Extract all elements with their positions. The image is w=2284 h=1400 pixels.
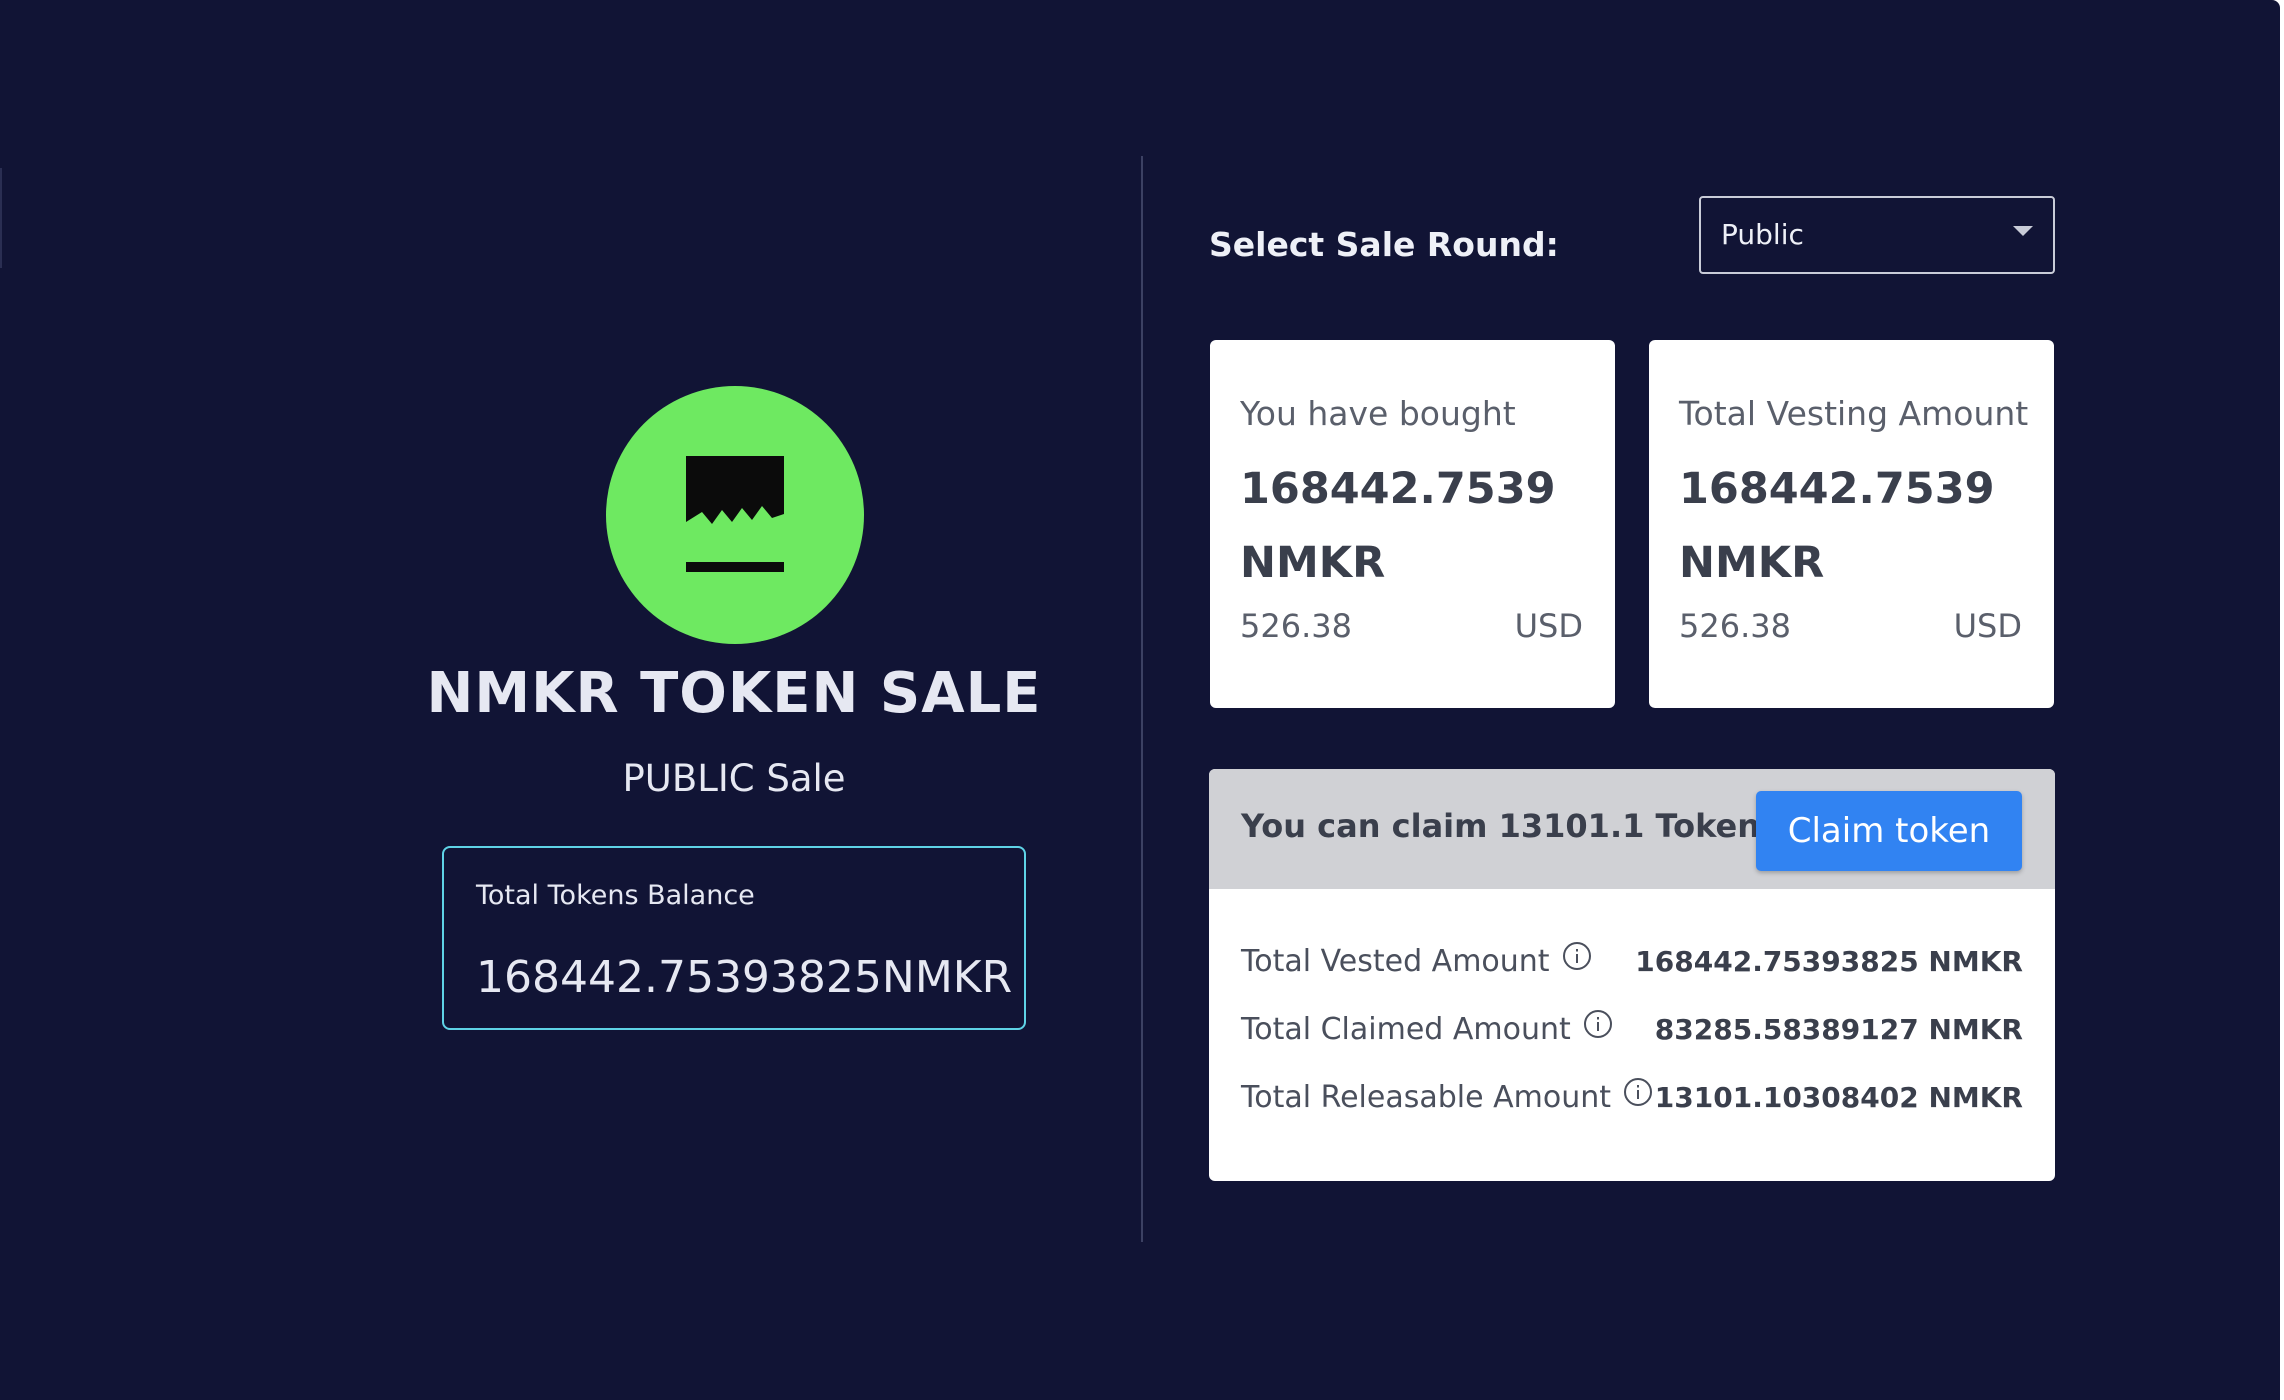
info-icon[interactable] [1583, 1009, 1613, 1039]
vesting-label: Total Vesting Amount [1679, 394, 2029, 433]
bought-amount: 168442.7539 NMKR [1240, 464, 1556, 588]
sale-round-selected: Public [1721, 218, 1804, 251]
nmkr-logo-icon [606, 386, 864, 644]
token-sale-app: NMKR TOKEN SALE PUBLIC Sale Total Tokens… [0, 0, 2280, 1400]
balance-value: 168442.75393825NMKR [476, 952, 1013, 1003]
vested-amount-row: Total Vested Amount 168442.75393825 NMKR [1241, 939, 2023, 985]
panel-divider [1141, 156, 1143, 1242]
bought-label: You have bought [1240, 394, 1516, 433]
claim-token-button[interactable]: Claim token [1756, 791, 2022, 871]
claimed-amount-label: Total Claimed Amount [1241, 1007, 1613, 1053]
claimable-tokens-text: You can claim 13101.1 Tokens [1241, 807, 1780, 845]
bought-usd-unit: USD [1514, 607, 1583, 645]
sale-title: NMKR TOKEN SALE [426, 661, 1042, 726]
releasable-amount-row: Total Releasable Amount 13101.10308402 N… [1241, 1075, 2023, 1121]
vesting-card: Total Vesting Amount 168442.7539 NMKR 52… [1649, 340, 2054, 708]
releasable-amount-label: Total Releasable Amount [1241, 1075, 1653, 1121]
total-tokens-balance: Total Tokens Balance 168442.75393825NMKR [442, 846, 1026, 1030]
vested-amount-value: 168442.75393825 NMKR [1635, 945, 2023, 978]
sale-round-label: Select Sale Round: [1209, 225, 1559, 264]
vesting-usd-value: 526.38 [1679, 607, 1791, 645]
claimed-amount-row: Total Claimed Amount 83285.58389127 NMKR [1241, 1007, 2023, 1053]
bought-usd-value: 526.38 [1240, 607, 1352, 645]
bought-card: You have bought 168442.7539 NMKR 526.38 … [1210, 340, 1615, 708]
sale-subtitle: PUBLIC Sale [622, 757, 846, 800]
info-icon[interactable] [1623, 1077, 1653, 1107]
caret-down-icon [2013, 226, 2033, 236]
balance-label: Total Tokens Balance [476, 880, 755, 911]
claim-panel: You can claim 13101.1 Tokens Claim token… [1209, 769, 2055, 1181]
claim-header: You can claim 13101.1 Tokens Claim token [1209, 769, 2055, 889]
sale-round-select[interactable]: Public [1699, 196, 2055, 274]
info-icon[interactable] [1562, 941, 1592, 971]
vesting-amount: 168442.7539 NMKR [1679, 464, 1995, 588]
claimed-amount-value: 83285.58389127 NMKR [1654, 1013, 2023, 1046]
vesting-usd-unit: USD [1953, 607, 2022, 645]
vested-amount-label: Total Vested Amount [1241, 939, 1592, 985]
window-edge-line [0, 168, 2, 268]
releasable-amount-value: 13101.10308402 NMKR [1654, 1081, 2023, 1114]
